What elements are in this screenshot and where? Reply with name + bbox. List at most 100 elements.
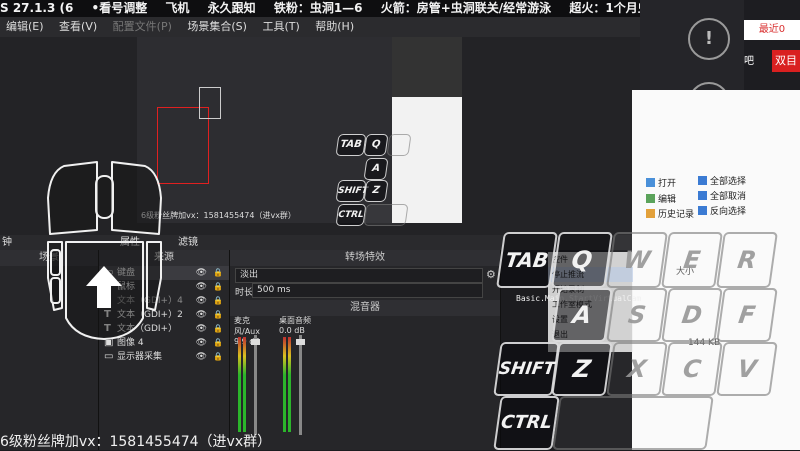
preview-canvas[interactable]: 6级粉丝牌加vx：1581455474（进vx群）	[137, 37, 462, 223]
select-all-icon	[698, 176, 707, 185]
volume-slider-handle[interactable]	[296, 339, 305, 345]
volume-slider[interactable]	[254, 335, 257, 435]
lock-icon[interactable]: 🔒	[213, 308, 223, 322]
lock-icon[interactable]: 🔒	[213, 322, 223, 336]
lock-icon[interactable]: 🔒	[213, 294, 223, 308]
menu-help[interactable]: 帮助(H)	[309, 17, 360, 37]
visibility-eye-icon[interactable]: 👁	[196, 280, 207, 294]
mini-key-space	[363, 204, 409, 226]
key-z: Z	[551, 342, 613, 396]
key-d: D	[661, 288, 723, 342]
key-c: C	[661, 342, 723, 396]
visibility-eye-icon[interactable]: 👁	[196, 266, 207, 280]
edit-icon	[646, 194, 655, 203]
key-shift: SHIFT	[493, 342, 560, 396]
transition-select[interactable]: 淡出	[235, 268, 483, 283]
edit-button[interactable]: 编辑	[646, 192, 676, 205]
menu-profile[interactable]: 配置文件(P)	[107, 17, 178, 37]
bottom-caption: 6级粉丝牌加vx：1581455474（进vx群）	[0, 434, 272, 450]
mini-key-a: A	[363, 158, 389, 180]
key-a: A	[551, 288, 613, 342]
select-all-button[interactable]: 全部选择	[698, 174, 746, 187]
visibility-eye-icon[interactable]: 👁	[196, 350, 207, 364]
deselect-all-icon	[698, 191, 707, 200]
alert-icon[interactable]: !	[688, 18, 730, 60]
gear-icon[interactable]: ⚙	[486, 268, 496, 281]
key-tab: TAB	[496, 232, 558, 288]
history-label: 历史记录	[658, 210, 695, 220]
tab-filters[interactable]: 滤镜	[178, 235, 198, 250]
visibility-eye-icon[interactable]: 👁	[196, 308, 207, 322]
key-e: E	[661, 232, 723, 288]
menu-tools[interactable]: 工具(T)	[256, 17, 305, 37]
lock-icon[interactable]: 🔒	[213, 266, 223, 280]
key-f: F	[716, 288, 778, 342]
lock-icon[interactable]: 🔒	[213, 280, 223, 294]
marquee-text: 火箭：房管+虫洞联关/经常游泳	[380, 1, 552, 15]
key-space	[552, 396, 714, 450]
lock-icon[interactable]: 🔒	[213, 336, 223, 350]
menu-view[interactable]: 查看(V)	[53, 17, 103, 37]
channel-name: 桌面音频	[279, 316, 311, 325]
volume-meter	[243, 337, 246, 432]
key-q: Q	[551, 232, 613, 288]
invert-select-icon	[698, 206, 707, 215]
volume-slider-handle[interactable]	[251, 339, 260, 345]
visibility-eye-icon[interactable]: 👁	[196, 294, 207, 308]
folder-open-icon	[646, 178, 655, 187]
duration-label: 时长	[235, 288, 254, 298]
key-x: X	[606, 342, 668, 396]
key-w: W	[606, 232, 668, 288]
ba-label: 吧	[744, 56, 754, 67]
history-button[interactable]: 历史记录	[646, 207, 694, 220]
mini-key-ctrl: CTRL	[335, 204, 367, 226]
mouse-overlay-icon	[47, 161, 162, 340]
mini-key-z: Z	[363, 180, 389, 202]
select-all-label: 全部选择	[710, 177, 747, 187]
preview-mouse-graphic	[199, 87, 221, 119]
key-r: R	[716, 232, 778, 288]
volume-slider[interactable]	[299, 335, 302, 435]
channel-name: 麦克风/Aux	[234, 316, 260, 336]
volume-meter	[283, 337, 286, 432]
lock-icon[interactable]: 🔒	[213, 350, 223, 364]
marquee-text: 飞机	[165, 1, 190, 15]
mixer-channel: 麦克风/Aux 9.9 dB	[234, 315, 274, 440]
marquee-text: 永久跟知	[207, 1, 256, 15]
mini-key-ghost	[386, 134, 412, 156]
mini-key-shift: SHIFT	[335, 180, 368, 202]
open-button[interactable]: 打开	[646, 176, 676, 189]
transitions-dock: 转场特效 淡出 ⚙ 时长 500 ms	[230, 250, 501, 300]
marquee-text: S 27.1.3 (6	[0, 1, 74, 15]
visibility-eye-icon[interactable]: 👁	[196, 322, 207, 336]
mini-key-q: Q	[363, 134, 389, 156]
key-v: V	[716, 342, 778, 396]
source-item[interactable]: ▭ 显示器采集 👁 🔒	[99, 350, 229, 364]
monitor-icon: ▭	[104, 351, 114, 362]
marquee-text: •看号调整	[91, 1, 148, 15]
invert-select-label: 反向选择	[710, 207, 747, 217]
mixer-channel: 桌面音频 0.0 dB	[279, 315, 319, 440]
open-label: 打开	[658, 179, 677, 189]
deselect-all-button[interactable]: 全部取消	[698, 189, 746, 202]
edit-label: 编辑	[658, 195, 677, 205]
mixer-dock-title: 混音器	[230, 300, 500, 316]
transitions-dock-title: 转场特效	[230, 250, 500, 266]
visibility-eye-icon[interactable]: 👁	[196, 336, 207, 350]
preview-app-panel	[392, 37, 462, 97]
recent-button[interactable]: 最近0	[744, 20, 800, 40]
volume-meter	[288, 337, 291, 432]
mini-key-tab: TAB	[335, 134, 367, 156]
dock-tab-left[interactable]: 钟	[2, 235, 12, 250]
volume-meter	[238, 337, 241, 432]
channel-db: 0.0 dB	[279, 326, 305, 335]
menu-bar: 编辑(E) 查看(V) 配置文件(P) 场景集合(S) 工具(T) 帮助(H)	[0, 17, 640, 37]
source-label: 显示器采集	[117, 352, 163, 362]
double-button[interactable]: 双目	[772, 50, 800, 72]
history-icon	[646, 209, 655, 218]
invert-select-button[interactable]: 反向选择	[698, 204, 746, 217]
deselect-all-label: 全部取消	[710, 192, 747, 202]
menu-scene-collection[interactable]: 场景集合(S)	[181, 17, 253, 37]
duration-input[interactable]: 500 ms	[252, 283, 483, 298]
menu-edit[interactable]: 编辑(E)	[0, 17, 50, 37]
